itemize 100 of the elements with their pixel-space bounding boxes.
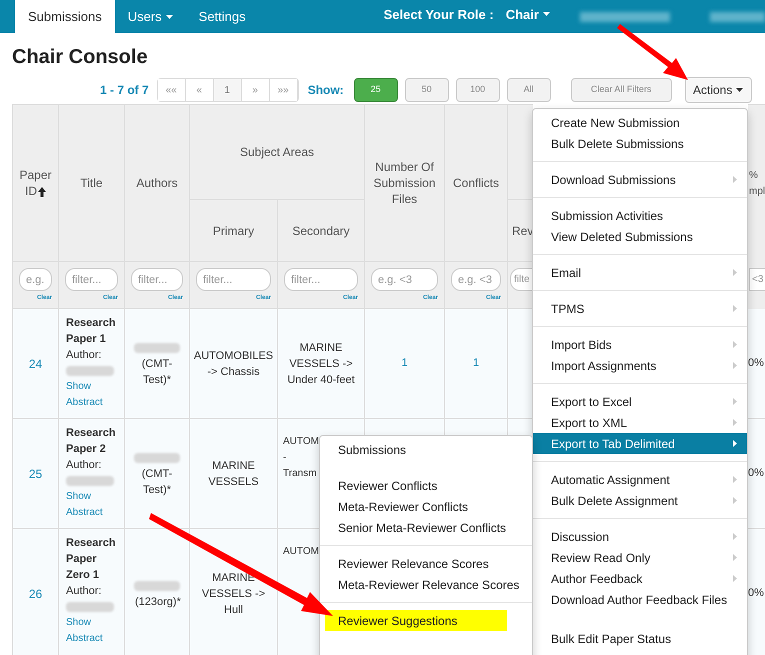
- caret-right-icon: [733, 398, 737, 405]
- show-abstract-link[interactable]: Show Abstract: [66, 489, 117, 521]
- menu-item[interactable]: Download Submissions: [533, 169, 747, 190]
- paper-title: Research Paper 1: [66, 316, 117, 347]
- blurred-text: [66, 476, 114, 486]
- author-affiliation: (123org)*: [135, 594, 179, 610]
- menu-item[interactable]: Author Feedback: [533, 568, 747, 589]
- menu-item[interactable]: Email: [533, 262, 747, 283]
- caret-right-icon: [733, 269, 737, 276]
- filter-input[interactable]: filter...: [284, 268, 358, 291]
- range-text: 1 - 7 of 7: [100, 82, 149, 99]
- menu-item[interactable]: Download Author Feedback Files: [533, 589, 747, 610]
- caret-right-icon: [733, 554, 737, 561]
- paper-id-link[interactable]: 26: [28, 584, 42, 602]
- menu-item[interactable]: Bulk Delete Submissions: [533, 133, 747, 154]
- blurred-user: [710, 12, 765, 22]
- column-header[interactable]: Number Of Submission Files: [365, 105, 445, 262]
- sort-up-icon: [38, 186, 46, 197]
- caret-right-icon: [733, 305, 737, 312]
- menu-item[interactable]: Import Bids: [533, 334, 747, 355]
- caret-right-icon: [733, 341, 737, 348]
- menu-item[interactable]: Export to Tab Delimited: [533, 433, 747, 454]
- filter-input[interactable]: e.g. <3: [371, 268, 438, 291]
- primary-area: AUTOMOBILES -> Chassis: [194, 348, 274, 380]
- menu-item[interactable]: Discussion: [533, 526, 747, 547]
- paper-title: Research Paper Zero 1: [66, 536, 117, 583]
- annotation-arrow: [617, 24, 688, 80]
- menu-item[interactable]: TPMS: [533, 298, 747, 319]
- caret-right-icon: [733, 362, 737, 369]
- filter-input[interactable]: filter...: [65, 268, 118, 291]
- page-title: Chair Console: [12, 45, 149, 69]
- author-affiliation: (CMT-Test)*: [140, 356, 174, 388]
- filter-input[interactable]: e.g.: [19, 268, 52, 291]
- header-text: %: [749, 168, 759, 182]
- column-header[interactable]: Paper ID: [13, 105, 59, 262]
- show-abstract-link[interactable]: Show Abstract: [66, 379, 117, 411]
- nav-tab[interactable]: Submissions: [15, 0, 115, 33]
- secondary-area: MARINE: [300, 340, 342, 356]
- menu-item[interactable]: Submissions: [320, 439, 532, 460]
- column-header[interactable]: Secondary: [278, 200, 365, 262]
- menu-item[interactable]: Meta-Reviewer Relevance Scores: [320, 574, 532, 595]
- column-header[interactable]: Rev: [508, 200, 533, 262]
- role-label: Select Your Role :: [384, 6, 494, 24]
- menu-item[interactable]: Export to XML: [533, 412, 747, 433]
- header-text: mpl: [749, 184, 765, 198]
- menu-item[interactable]: Review Read Only: [533, 547, 747, 568]
- caret-right-icon: [733, 533, 737, 540]
- caret-right-icon: [733, 440, 737, 447]
- author-label: Author:: [66, 458, 102, 473]
- author-label: Author:: [66, 348, 102, 363]
- filter-input[interactable]: filte: [510, 268, 533, 291]
- secondary-area: Transm: [283, 466, 317, 482]
- primary-area: MARINE VESSELS -> Hull: [194, 570, 273, 618]
- menu-item[interactable]: Create New Submission: [533, 112, 747, 133]
- column-header[interactable]: Conflicts: [445, 105, 508, 262]
- secondary-area: Under 40-feet: [287, 372, 355, 388]
- files-count[interactable]: 1: [401, 355, 408, 372]
- blurred-text: [134, 452, 180, 462]
- menu-item[interactable]: Reviewer Relevance Scores: [320, 553, 532, 574]
- column-header[interactable]: Primary: [190, 200, 278, 262]
- secondary-area: AUTOM: [283, 544, 319, 560]
- filter-input[interactable]: filter...: [131, 268, 183, 291]
- menu-item[interactable]: Senior Meta-Reviewer Conflicts: [320, 517, 532, 538]
- menu-item[interactable]: Reviewer Suggestions: [325, 610, 507, 631]
- author-affiliation: (CMT-Test)*: [140, 466, 174, 498]
- percent-cell-text: 0%: [748, 586, 764, 602]
- secondary-area: -: [283, 450, 286, 466]
- primary-area: MARINE VESSELS: [194, 458, 273, 490]
- caret-right-icon: [733, 497, 737, 504]
- menu-item[interactable]: Reviewer Conflicts: [320, 475, 532, 496]
- filter-input[interactable]: filter...: [196, 268, 271, 291]
- nav-tab[interactable]: Users: [114, 0, 186, 33]
- filter-input[interactable]: <3: [749, 268, 765, 291]
- nav-tab[interactable]: Settings: [186, 0, 259, 33]
- menu-item[interactable]: Submission Activities: [533, 205, 747, 226]
- menu-item[interactable]: View Deleted Submissions: [533, 226, 747, 247]
- paper-id-link[interactable]: 24: [28, 354, 42, 372]
- actions-button[interactable]: Actions: [684, 77, 752, 103]
- pager-button[interactable]: 1: [214, 79, 242, 101]
- menu-item[interactable]: Automatic Assignment: [533, 469, 747, 490]
- caret-right-icon: [733, 176, 737, 183]
- menu-item[interactable]: Import Assignments: [533, 355, 747, 376]
- menu-item[interactable]: Bulk Edit Paper Status: [533, 628, 747, 649]
- show-label: Show:: [308, 82, 344, 99]
- column-header[interactable]: Title: [59, 105, 125, 262]
- paper-title: Research Paper 2: [66, 426, 117, 457]
- menu-item[interactable]: Export to Excel: [533, 391, 747, 412]
- conflicts-count[interactable]: 1: [472, 355, 480, 372]
- blurred-text: [134, 580, 180, 590]
- role-dropdown[interactable]: Chair: [506, 4, 550, 24]
- paper-id-link[interactable]: 25: [28, 464, 42, 482]
- column-header: Subject Areas: [190, 105, 365, 200]
- blurred-text: [66, 366, 114, 376]
- menu-item[interactable]: Bulk Delete Assignment: [533, 490, 747, 511]
- filter-input[interactable]: e.g. <3: [451, 268, 501, 291]
- secondary-area: AUTOM: [283, 434, 319, 450]
- menu-item[interactable]: Meta-Reviewer Conflicts: [320, 496, 532, 517]
- column-header[interactable]: Authors: [125, 105, 190, 262]
- show-abstract-link[interactable]: Show Abstract: [66, 615, 117, 647]
- caret-right-icon: [733, 419, 737, 426]
